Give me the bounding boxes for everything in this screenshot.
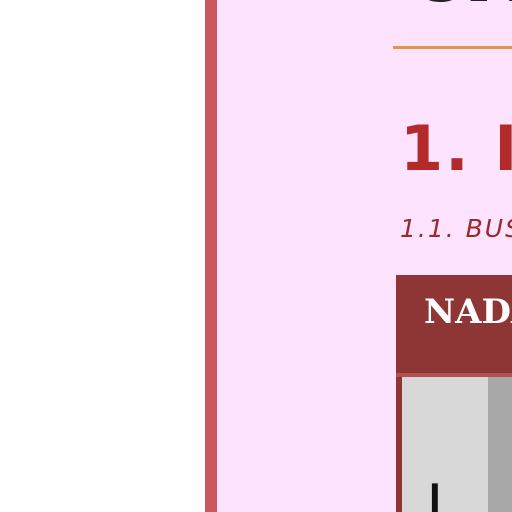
screenshot: UN 1. I 1.1. BUS NADA I <box>0 0 512 512</box>
subsection-heading: 1.1. BUS <box>400 214 512 243</box>
section-heading: 1. I <box>400 112 512 185</box>
table-cell <box>488 377 512 512</box>
document-title: UN <box>412 0 512 12</box>
document-page: UN 1. I 1.1. BUS NADA I <box>217 0 512 512</box>
title-underline <box>393 46 512 49</box>
data-table: NADA I <box>396 275 512 512</box>
table-cell: I <box>402 377 488 512</box>
document-left-border <box>205 0 217 512</box>
table-header-label: NADA <box>424 292 512 332</box>
table-header: NADA <box>396 275 512 373</box>
table-cell-text: I <box>426 472 444 512</box>
outer-margin <box>0 0 205 512</box>
